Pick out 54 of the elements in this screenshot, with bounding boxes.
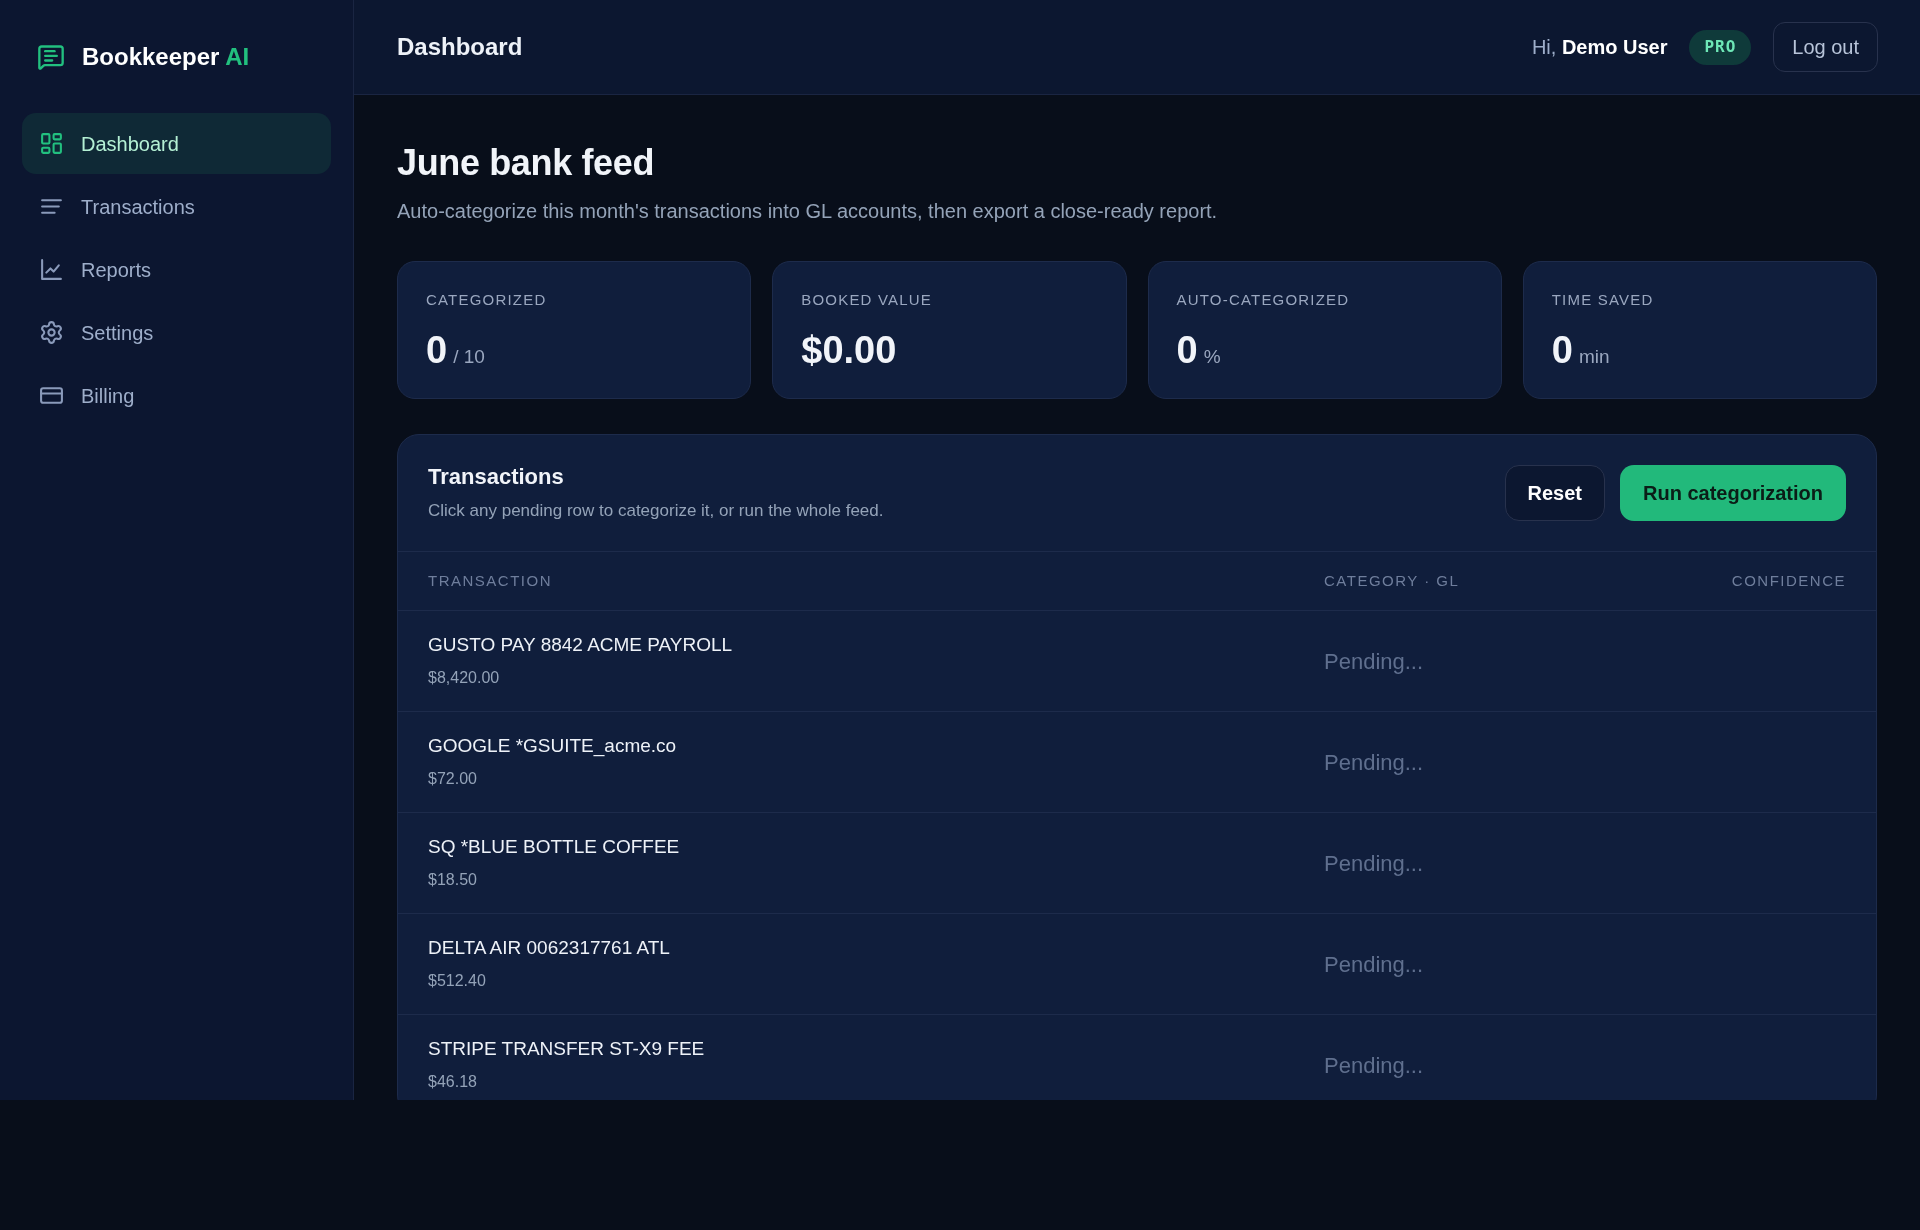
stat-label: AUTO-CATEGORIZED	[1176, 290, 1351, 310]
transaction-amount: $72.00	[428, 769, 478, 789]
brand-name: Bookkeeper AI	[82, 42, 250, 72]
card-subtitle: Click any pending row to categorize it, or run the whole feed.	[428, 500, 884, 522]
plan-badge: PRO	[1689, 29, 1752, 65]
transaction-row[interactable]: STRIPE TRANSFER ST-X9 FEE $46.18 Pending...	[398, 1015, 1876, 1100]
transaction-description: DELTA AIR 0062317761 ATL	[428, 936, 671, 960]
nav-item[interactable]: Reports	[22, 239, 331, 300]
settings-icon	[39, 320, 64, 345]
transaction-row[interactable]: DELTA AIR 0062317761 ATL $512.40 Pending...	[398, 914, 1876, 1015]
stat-value: 0	[1551, 328, 1573, 372]
reset-button[interactable]: Reset	[1504, 465, 1605, 521]
card-title: Transactions	[428, 463, 565, 491]
chat-document-icon	[37, 43, 65, 71]
dashboard-grid-icon	[39, 131, 64, 156]
transaction-amount: $46.18	[428, 1072, 478, 1092]
transaction-amount: $512.40	[428, 971, 487, 991]
transaction-description: GUSTO PAY 8842 ACME PAYROLL	[428, 633, 734, 657]
transaction-row[interactable]: GOOGLE *GSUITE_acme.co $72.00 Pending...	[398, 712, 1876, 813]
transaction-description: SQ *BLUE BOTTLE COFFEE	[428, 835, 681, 859]
nav-item[interactable]: Billing	[22, 365, 331, 426]
stat-value: 0	[426, 328, 448, 372]
stat-unit: %	[1203, 345, 1221, 369]
stat-unit: min	[1578, 345, 1610, 369]
column-header: CONFIDENCE	[1730, 570, 1846, 591]
line-chart-icon	[39, 257, 64, 282]
stat-label: CATEGORIZED	[426, 290, 548, 310]
nav-item[interactable]: Transactions	[22, 176, 331, 237]
transaction-description: GOOGLE *GSUITE_acme.co	[428, 734, 678, 758]
page-heading: Dashboard	[397, 32, 523, 62]
logout-button[interactable]: Log out	[1773, 22, 1878, 72]
stat-label: TIME SAVED	[1551, 290, 1655, 310]
category-status: Pending...	[1324, 950, 1425, 979]
nav-item[interactable]: Settings	[22, 302, 331, 363]
column-header: TRANSACTION	[428, 570, 553, 591]
category-status: Pending...	[1324, 849, 1425, 878]
category-status: Pending...	[1324, 1051, 1425, 1080]
page-subtitle: Auto-categorize this month's transactions into GL accounts, then export a close-ready report.	[397, 199, 1219, 224]
category-status: Pending...	[1324, 647, 1425, 676]
transaction-amount: $18.50	[428, 870, 478, 890]
page-title: June bank feed	[397, 141, 656, 185]
transaction-row[interactable]: GUSTO PAY 8842 ACME PAYROLL $8,420.00 Pending...	[398, 611, 1876, 712]
user-greeting: Hi, Demo User	[1531, 35, 1668, 60]
category-status: Pending...	[1324, 748, 1425, 777]
stat-value: $0.00	[801, 328, 897, 372]
stat-value: 0	[1176, 328, 1198, 372]
transaction-row[interactable]: SQ *BLUE BOTTLE COFFEE $18.50 Pending...	[398, 813, 1876, 914]
stat-unit: / 10	[453, 345, 485, 369]
column-header: CATEGORY · GL	[1324, 570, 1461, 591]
transaction-amount: $8,420.00	[428, 668, 501, 688]
transaction-description: STRIPE TRANSFER ST-X9 FEE	[428, 1037, 706, 1061]
run-categorization-button[interactable]: Run categorization	[1620, 465, 1846, 521]
stat-label: BOOKED VALUE	[801, 290, 934, 310]
nav-item[interactable]: Dashboard	[22, 113, 331, 174]
